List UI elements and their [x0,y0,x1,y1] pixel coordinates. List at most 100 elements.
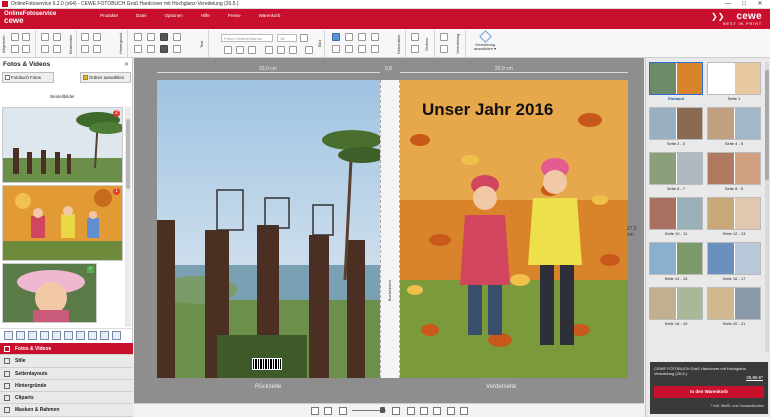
page-thumb-seite-10-11[interactable]: Seite 10 - 11 [649,197,703,236]
multi-view-icon[interactable] [324,407,332,415]
settings-icon[interactable] [11,45,19,53]
front-cover[interactable]: Unser Jahr 2016 [400,80,628,378]
thumbnails-scrollbar[interactable] [125,107,131,327]
layout-4-icon[interactable] [64,331,73,340]
menu-produkte[interactable]: Produkte [100,13,118,18]
text-more-icon[interactable] [305,46,313,54]
accordion-cliparts[interactable]: Cliparts [0,392,133,405]
transparency-icon[interactable] [173,45,181,53]
scroll-thumb[interactable] [126,119,130,189]
add-to-cart-button[interactable]: In den Warenkorb [654,386,764,398]
arrow-left-icon[interactable] [81,33,89,41]
fullscreen-icon[interactable] [447,407,455,415]
fit-page-icon[interactable] [420,407,428,415]
menu-hilfe[interactable]: Hilfe [201,13,210,18]
page-thumb-seite-2-3[interactable]: Seite 2 - 3 [649,107,703,146]
veredelung-select[interactable]: Veredelung auswählen ▾ [472,30,498,52]
image-frame-icon[interactable] [371,33,379,41]
copy-icon[interactable] [93,45,101,53]
page-thumb-seite-4-5[interactable]: Seite 4 - 5 [707,107,761,146]
save-icon[interactable] [11,33,19,41]
menu-optionen[interactable]: Optionen [165,13,183,18]
italic-icon[interactable] [236,46,244,54]
page-thumb-seite-12-13[interactable]: Seite 12 - 13 [707,197,761,236]
page-thumb-seite-8-9[interactable]: Seite 8 - 9 [707,152,761,191]
book-spread[interactable]: Buchrücken Unser Jahr 2016 [157,80,628,378]
image-rotate-icon[interactable] [358,45,366,53]
image-mirror-icon[interactable] [345,45,353,53]
layout-5-icon[interactable] [76,331,85,340]
page-thumb-seite-1[interactable]: Seite 1 [707,62,761,101]
layout-1-icon[interactable] [28,331,37,340]
redo-icon[interactable] [53,33,61,41]
mask-icon[interactable] [411,45,419,53]
image-crop-icon[interactable] [345,33,353,41]
prev-page-icon[interactable] [407,407,415,415]
link-icon[interactable] [81,45,89,53]
person-tool-icon[interactable] [16,331,25,340]
image-effect-icon[interactable] [358,33,366,41]
menu-preise[interactable]: Preise [228,13,241,18]
preview-icon[interactable] [22,33,30,41]
align-left-icon[interactable] [265,46,273,54]
clipart-icon[interactable] [411,33,419,41]
single-view-icon[interactable] [311,407,319,415]
grid-icon[interactable] [22,45,30,53]
close-button[interactable]: ✕ [752,0,768,9]
folder-button[interactable]: Fotobuch Fotos [2,72,54,83]
page-thumb-seite-14-15[interactable]: Seite 14 - 15 [649,242,703,281]
layout-2-icon[interactable] [40,331,49,340]
align-center-icon[interactable] [277,46,285,54]
arrow-right-icon[interactable] [93,33,101,41]
page-thumb-einband[interactable]: Einband [649,62,703,101]
page-overview-icon[interactable] [460,407,468,415]
layout-8-icon[interactable] [112,331,121,340]
frame-icon[interactable] [134,33,142,41]
back-cover[interactable] [157,80,380,378]
maximize-button[interactable]: □ [736,0,752,9]
rotate-icon[interactable] [147,45,155,53]
cut-icon[interactable] [41,45,49,53]
panel-close-icon[interactable]: ✕ [124,61,129,68]
accordion-stile[interactable]: Stile [0,355,133,368]
align-icon[interactable] [134,45,142,53]
shadow-icon[interactable] [173,33,181,41]
underline-icon[interactable] [248,46,256,54]
zoom-out-icon[interactable] [339,407,347,415]
zoom-in-icon[interactable] [392,407,400,415]
accordion-hintergruende[interactable]: Hintergründe [0,379,133,393]
text-tool-icon[interactable] [4,331,13,340]
layout-3-icon[interactable] [52,331,61,340]
image-zoom-icon[interactable] [332,45,340,53]
align-right-icon[interactable] [289,46,297,54]
order-note[interactable]: * Inkl. MwSt. und Versandkosten [711,404,764,408]
layout-6-icon[interactable] [88,331,97,340]
paste-icon[interactable] [53,45,61,53]
navigator-scrollbar[interactable] [765,62,769,352]
bring-front-icon[interactable] [440,33,448,41]
accordion-fotos-videos[interactable]: Fotos & Videos [0,343,133,356]
page-thumb-seite-16-17[interactable]: Seite 16 - 17 [707,242,761,281]
select-folder-button[interactable]: Ordner auswählen [80,72,131,83]
color-fill-icon[interactable] [160,33,168,41]
photo-thumb[interactable]: 1 [2,185,123,261]
page-thumb-seite-20-21[interactable]: Seite 20 - 21 [707,287,761,326]
font-family-select[interactable]: Frieze Malerei/Bahne [221,34,273,42]
page-thumb-seite-18-19[interactable]: Seite 18 - 19 [649,287,703,326]
menu-datei[interactable]: Datei [136,13,147,18]
cover-title[interactable]: Unser Jahr 2016 [422,100,553,120]
undo-icon[interactable] [41,33,49,41]
photo-thumb[interactable]: ✓ [2,263,97,323]
book-spine[interactable]: Buchrücken [380,80,400,378]
frame-border-icon[interactable] [147,33,155,41]
image-more-icon[interactable] [371,45,379,53]
image-edit-icon[interactable] [332,33,340,41]
accordion-masken-rahmen[interactable]: Masken & Rahmen [0,404,133,417]
minimize-button[interactable]: — [720,0,736,9]
scroll-thumb[interactable] [765,70,769,180]
zoom-slider-knob[interactable] [380,407,385,413]
photo-thumb[interactable]: 2 [2,107,123,183]
bold-icon[interactable] [224,46,232,54]
layout-7-icon[interactable] [100,331,109,340]
menu-warenkorb[interactable]: Warenkorb [259,13,281,18]
